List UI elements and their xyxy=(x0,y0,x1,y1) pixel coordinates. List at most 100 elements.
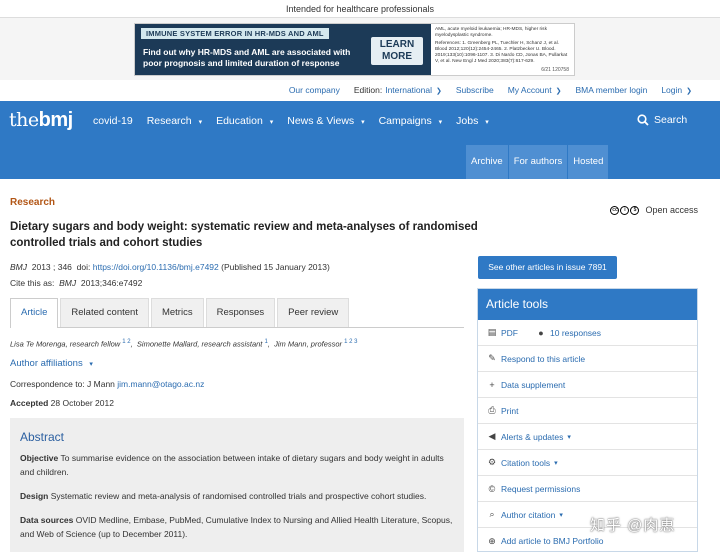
tool-row-respond[interactable]: ✎ Respond to this article xyxy=(478,346,697,372)
tool-row-pdf-responses: ▤ PDF ● 10 responses xyxy=(478,320,697,346)
ad-banner[interactable]: IMMUNE SYSTEM ERROR IN HR-MDS AND AML Fi… xyxy=(134,23,575,76)
tab-related-content[interactable]: Related content xyxy=(60,298,149,327)
cite-ref: 2013;346:e7492 xyxy=(80,278,143,288)
chevron-down-icon: ▾ xyxy=(198,119,203,126)
ad-banner-area: IMMUNE SYSTEM ERROR IN HR-MDS AND AML Fi… xyxy=(0,18,720,80)
abstract-objective: Objective To summarise evidence on the a… xyxy=(20,451,454,479)
copyright-icon: © xyxy=(488,483,496,494)
author-affiliation-ref[interactable]: 1 2 xyxy=(122,339,130,345)
nav-research-label: Research xyxy=(146,115,192,127)
search-button[interactable]: Search xyxy=(637,114,687,126)
article-tools-heading: Article tools xyxy=(478,289,697,320)
gear-icon: ⚙ xyxy=(487,457,497,467)
our-company-link[interactable]: Our company xyxy=(289,85,340,95)
ad-fineprint-refs: References: 1. Greenberg PL, Tuechler H,… xyxy=(435,41,568,64)
accepted-value: 28 October 2012 xyxy=(50,398,114,408)
comment-icon: ● xyxy=(538,327,544,338)
author-name[interactable]: Simonette Mallard, research assistant xyxy=(137,340,262,349)
chevron-down-icon: ▾ xyxy=(438,119,443,126)
nav-covid-19-label: covid-19 xyxy=(93,115,133,127)
correspondence: Correspondence to: J Mann jim.mann@otago… xyxy=(10,379,204,389)
correspondence-label: Correspondence to: J Mann xyxy=(10,379,115,389)
responses-link[interactable]: 10 responses xyxy=(550,328,601,338)
plus-icon: ⊕ xyxy=(488,535,496,546)
pdf-link[interactable]: PDF xyxy=(501,328,518,338)
article-tabs: Article Related content Metrics Response… xyxy=(10,298,464,328)
abstract-box: Abstract Objective To summarise evidence… xyxy=(10,418,464,552)
bmj-logo[interactable]: thebmj xyxy=(9,109,73,132)
see-issue-button[interactable]: See other articles in issue 7891 xyxy=(478,256,617,279)
author-name[interactable]: Jim Mann, professor xyxy=(274,340,342,349)
tab-hosted[interactable]: Hosted xyxy=(568,145,609,179)
ad-code: 6/21 120758 xyxy=(541,67,569,73)
author-name[interactable]: Lisa Te Morenga, research fellow xyxy=(10,340,120,349)
tab-for-authors[interactable]: For authors xyxy=(508,145,568,179)
article-section[interactable]: Research xyxy=(10,197,55,208)
nav-research[interactable]: Research ▾ xyxy=(147,115,202,127)
nav-campaigns-label: Campaigns xyxy=(378,115,432,127)
design-text: Systematic review and meta-analysis of r… xyxy=(50,491,427,501)
print-link: Print xyxy=(501,405,519,416)
tab-archive[interactable]: Archive xyxy=(466,145,508,179)
utility-nav: Our company Edition: International ❯ Subsc… xyxy=(289,82,720,98)
author-affiliation-ref[interactable]: 1 2 3 xyxy=(344,339,357,345)
ad-body-text: Find out why HR-MDS and AML are associat… xyxy=(143,47,351,68)
author-list: Lisa Te Morenga, research fellow 1 2, Si… xyxy=(10,339,358,349)
secondary-nav: Archive For authors Hosted xyxy=(466,145,609,179)
bma-member-login-link[interactable]: BMA member login xyxy=(576,85,648,95)
nav-news-views-label: News & Views xyxy=(287,115,355,127)
chevron-down-icon: ▾ xyxy=(559,511,563,519)
tool-row-print[interactable]: ⎙ Print xyxy=(478,398,697,424)
chevron-down-icon: ❯ xyxy=(686,88,692,95)
nav-jobs[interactable]: Jobs ▾ xyxy=(456,115,489,127)
tool-row-data-supplement[interactable]: + Data supplement xyxy=(478,372,697,398)
portfolio-link: Add article to BMJ Portfolio xyxy=(501,536,604,546)
ad-headline: IMMUNE SYSTEM ERROR IN HR-MDS AND AML xyxy=(141,28,329,39)
edition-selector[interactable]: Edition: International ❯ xyxy=(354,85,442,95)
tool-row-citation-tools[interactable]: ⚙ Citation tools ▾ xyxy=(478,450,697,476)
author-affiliations-toggle[interactable]: Author affiliations ▾ xyxy=(10,358,93,369)
alerts-link: Alerts & updates xyxy=(501,431,564,442)
tool-row-alerts[interactable]: ◀ Alerts & updates ▾ xyxy=(478,424,697,450)
megaphone-icon: ◀ xyxy=(488,431,496,441)
subscribe-link[interactable]: Subscribe xyxy=(456,85,494,95)
login-label: Login xyxy=(661,85,683,95)
published-date: (Published 15 January 2013) xyxy=(221,262,330,272)
open-access-label: Open access xyxy=(645,205,698,215)
correspondence-email[interactable]: jim.mann@otago.ac.nz xyxy=(117,379,204,389)
chevron-down-icon: ▾ xyxy=(361,119,365,126)
data-sources-text: OVID Medline, Embase, PubMed, Cumulative… xyxy=(20,515,453,539)
search-label: Search xyxy=(654,114,688,126)
doi-label: doi: xyxy=(76,262,91,272)
respond-link: Respond to this article xyxy=(501,353,586,364)
doi-link[interactable]: https://doi.org/10.1136/bmj.e7492 xyxy=(93,262,219,272)
data-supplement-link: Data supplement xyxy=(501,379,566,390)
tool-row-permissions[interactable]: © Request permissions xyxy=(478,476,697,502)
my-account-menu[interactable]: My Account ❯ xyxy=(508,85,562,95)
nav-covid-19[interactable]: covid-19 xyxy=(93,115,133,127)
tab-responses[interactable]: Responses xyxy=(205,298,276,327)
author-affiliations-label: Author affiliations xyxy=(10,358,83,369)
nav-education-label: Education xyxy=(216,115,263,127)
login-menu[interactable]: Login ❯ xyxy=(661,85,692,95)
cite-as-line: Cite this as: BMJ 2013;346:e7492 xyxy=(10,278,142,288)
volume: 2013 ; 346 xyxy=(31,262,72,272)
tab-metrics[interactable]: Metrics xyxy=(150,298,204,327)
tab-peer-review[interactable]: Peer review xyxy=(277,298,350,327)
article-title: Dietary sugars and body weight: systemat… xyxy=(10,221,478,249)
accepted-date: Accepted 28 October 2012 xyxy=(10,398,114,408)
abstract-design: Design Systematic review and meta-analys… xyxy=(20,489,454,503)
nav-education[interactable]: Education ▾ xyxy=(216,115,273,127)
cite-label: Cite this as: xyxy=(10,278,55,288)
objective-label: Objective xyxy=(20,453,59,463)
ad-fineprint-abbrev: AML, acute myeloid leukaemia; HR-MDS, hi… xyxy=(435,27,547,38)
main-navbar: thebmj covid-19 Research ▾ Education ▾ N… xyxy=(0,101,720,179)
nav-campaigns[interactable]: Campaigns ▾ xyxy=(379,115,443,127)
tab-article[interactable]: Article xyxy=(10,298,59,328)
learn-more-button[interactable]: LEARN MORE xyxy=(371,37,423,65)
nav-news-views[interactable]: News & Views ▾ xyxy=(287,115,364,127)
pdf-icon: ▤ xyxy=(487,327,497,337)
nav-jobs-label: Jobs xyxy=(456,115,479,127)
author-affiliation-ref[interactable]: 1 xyxy=(264,339,267,345)
ad-fineprint: AML, acute myeloid leukaemia; HR-MDS, hi… xyxy=(431,24,574,75)
